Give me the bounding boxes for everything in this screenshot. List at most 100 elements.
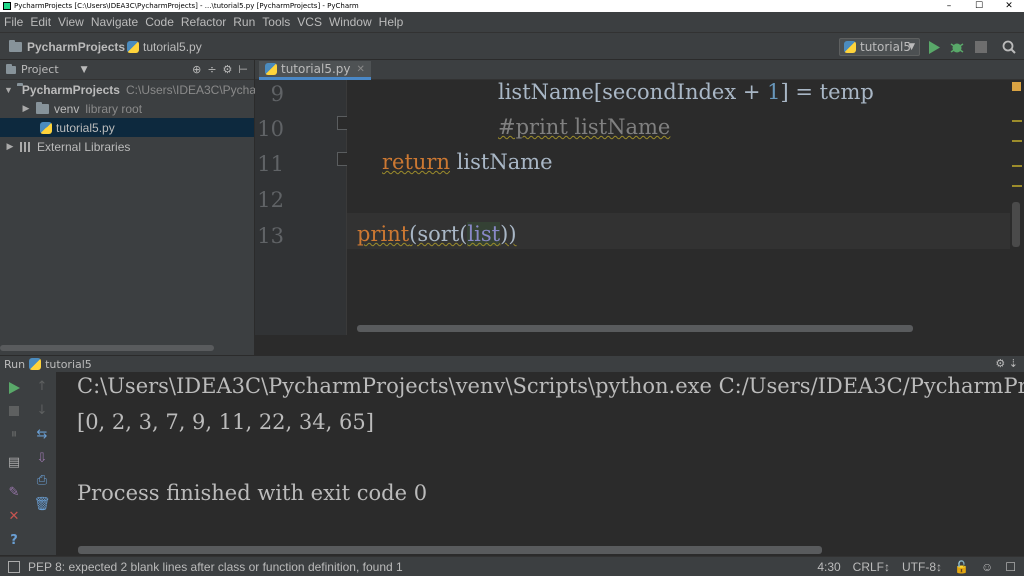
run-tab-tutorial5[interactable]: tutorial5 (45, 358, 92, 371)
status-bar: PEP 8: expected 2 blank lines after clas… (0, 556, 1024, 576)
minimize-button[interactable]: – (934, 0, 964, 12)
libraries-icon (20, 141, 32, 152)
window-controls: – ☐ ✕ (934, 0, 1024, 12)
pause-icon[interactable]: ⏸ (6, 426, 22, 442)
inspector-icon[interactable]: ☺ (981, 560, 993, 574)
menu-vcs[interactable]: VCS (297, 15, 322, 29)
event-log-icon[interactable]: ☐ (1005, 560, 1016, 574)
menu-code[interactable]: Code (145, 15, 174, 29)
up-arrow-icon[interactable]: ↑ (34, 378, 50, 394)
python-file-icon (127, 41, 139, 53)
menu-help[interactable]: Help (379, 15, 404, 29)
stop-square-icon (975, 41, 987, 53)
close-icon[interactable]: ✕ (6, 508, 22, 524)
console-line: [0, 2, 3, 7, 9, 11, 22, 34, 65] (77, 410, 374, 434)
search-everywhere-button[interactable] (1001, 39, 1017, 55)
editor-horizontal-scrollbar[interactable] (357, 325, 913, 332)
expand-arrow-icon[interactable]: ▼ (4, 85, 13, 95)
editor-vertical-scrollbar[interactable] (1012, 202, 1020, 247)
status-message: PEP 8: expected 2 blank lines after clas… (28, 559, 403, 574)
play-icon (929, 40, 940, 54)
maximize-button[interactable]: ☐ (964, 0, 994, 12)
warning-mark[interactable] (1012, 140, 1022, 142)
stop-button[interactable] (6, 403, 22, 419)
run-toolbar: ↑ ↓ ⏸ ⇆ ▤ ⇩ ✎ ⎙ ✕ 🗑 ? (0, 372, 56, 555)
menu-window[interactable]: Window (329, 15, 372, 29)
down-arrow-icon[interactable]: ↓ (34, 402, 50, 418)
tab-tutorial5[interactable]: tutorial5.py ✕ (259, 61, 371, 80)
menu-tools[interactable]: Tools (262, 15, 290, 29)
menu-bar: File Edit View Navigate Code Refactor Ru… (0, 12, 1024, 32)
chevron-down-icon[interactable]: ▼ (81, 65, 88, 75)
scope-icon[interactable]: ⊕ (192, 63, 201, 76)
run-console-output[interactable]: C:\Users\IDEA3C\PycharmProjects\venv\Scr… (56, 372, 1024, 555)
warning-mark[interactable] (1012, 120, 1022, 122)
soft-wrap-icon[interactable]: ⇆ (34, 426, 50, 442)
run-panel-header: Run tutorial5 ⚙ ⇣ (0, 355, 1024, 372)
hide-panel-icon[interactable]: ⊢ (238, 63, 248, 76)
menu-edit[interactable]: Edit (30, 15, 51, 29)
line-number: 12 (257, 188, 284, 212)
breadcrumb-project[interactable]: PycharmProjects (9, 40, 125, 54)
menu-file[interactable]: File (4, 15, 23, 29)
line-number: 9 (270, 82, 284, 106)
tree-item-venv[interactable]: ▶ venv library root (0, 99, 254, 118)
help-icon[interactable]: ? (6, 532, 22, 548)
print-icon[interactable]: ⎙ (34, 472, 50, 488)
line-number: 10 (257, 117, 284, 141)
pycharm-app-icon (3, 2, 11, 10)
scroll-to-end-icon[interactable]: ⇩ (34, 450, 50, 466)
dropdown-arrow-icon: ▼ (908, 42, 915, 52)
inspection-status-icon[interactable] (1012, 82, 1021, 91)
menu-view[interactable]: View (58, 15, 84, 29)
code-editor[interactable]: listName[secondIndex + 1] = temp #print … (347, 80, 1010, 335)
collapse-arrow-icon[interactable]: ▶ (4, 141, 16, 152)
caret-position[interactable]: 4:30 (817, 560, 840, 574)
project-view-selector[interactable]: Project (21, 63, 59, 76)
run-settings-icon[interactable]: ⚙ ⇣ (995, 357, 1018, 370)
stop-square-icon (9, 406, 19, 416)
tree-item-project-root[interactable]: ▼ PycharmProjects C:\Users\IDEA3C\Pychar… (0, 80, 270, 99)
encoding-select[interactable]: UTF-8↕ (902, 560, 942, 574)
close-window-button[interactable]: ✕ (994, 0, 1024, 12)
layout-icon[interactable]: ▤ (6, 454, 22, 470)
menu-run[interactable]: Run (233, 15, 255, 29)
run-configuration-select[interactable]: tutorial5 ▼ (839, 38, 920, 56)
navigation-bar: PycharmProjects tutorial5.py tutorial5 ▼ (0, 32, 1024, 60)
bug-icon (950, 43, 964, 53)
console-horizontal-scrollbar[interactable] (78, 546, 822, 554)
tool-windows-icon[interactable] (8, 561, 20, 573)
warning-mark[interactable] (1012, 185, 1022, 187)
debug-button[interactable] (949, 39, 965, 55)
editor-gutter: 9 10 11 12 13 (255, 80, 347, 335)
trash-icon[interactable]: 🗑 (34, 496, 51, 512)
folder-icon (36, 101, 49, 114)
collapse-arrow-icon[interactable]: ▶ (20, 103, 32, 114)
lock-icon[interactable]: 🔓 (954, 560, 969, 574)
breadcrumb-file[interactable]: tutorial5.py (127, 40, 202, 54)
rerun-button[interactable] (6, 380, 22, 396)
python-file-icon (844, 41, 856, 53)
stop-button[interactable] (973, 39, 989, 55)
project-panel-header: Project ▼ ⊕ ÷ ⚙ ⊢ (0, 60, 254, 80)
code-line-10: #print listName (498, 115, 671, 139)
menu-navigate[interactable]: Navigate (91, 15, 138, 29)
project-horizontal-scrollbar[interactable] (0, 345, 214, 351)
gear-icon[interactable]: ⚙ (223, 63, 233, 76)
tree-item-external-libraries[interactable]: ▶ External Libraries (0, 137, 254, 156)
run-button[interactable] (926, 39, 942, 55)
line-separator-select[interactable]: CRLF↕ (853, 560, 890, 574)
line-number: 11 (257, 152, 284, 176)
python-file-icon (40, 121, 52, 134)
close-tab-icon[interactable]: ✕ (356, 64, 364, 75)
code-line-11: return listName (382, 150, 553, 174)
tree-item-tutorial5[interactable]: tutorial5.py (0, 118, 254, 137)
menu-refactor[interactable]: Refactor (181, 15, 226, 29)
code-line-9: listName[secondIndex + 1] = temp (498, 80, 874, 104)
warning-mark[interactable] (1012, 165, 1022, 167)
editor-tab-bar: tutorial5.py ✕ (255, 60, 1024, 80)
pin-icon[interactable]: ✎ (6, 484, 22, 500)
project-tool-window: Project ▼ ⊕ ÷ ⚙ ⊢ ▼ PycharmProjects C:\U… (0, 60, 270, 355)
collapse-icon[interactable]: ÷ (207, 63, 216, 76)
console-line: C:\Users\IDEA3C\PycharmProjects\venv\Scr… (77, 374, 1024, 398)
